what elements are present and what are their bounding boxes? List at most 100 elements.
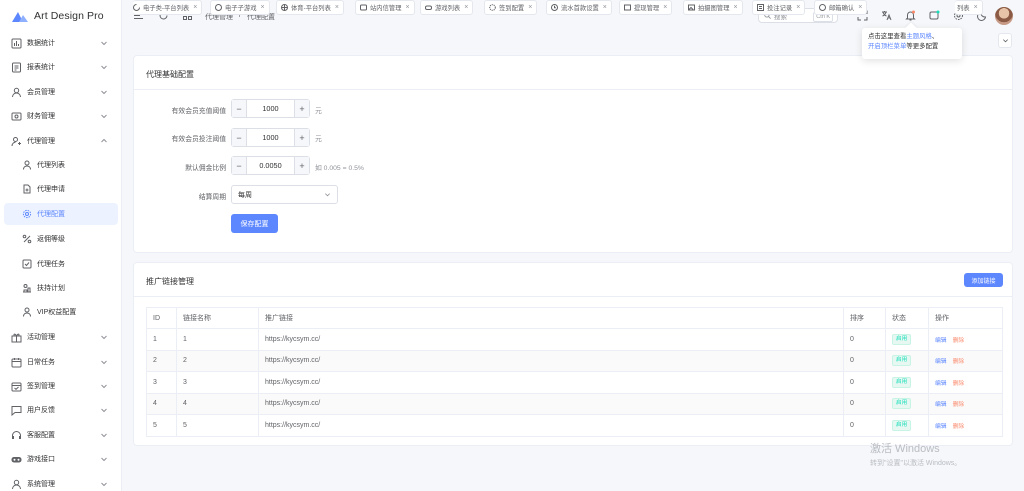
commission-rate-value[interactable]: 0.0050 [247,161,294,170]
calendar-icon [11,357,22,367]
chevron-down-icon [325,193,330,197]
delete-button[interactable]: 删除 [953,359,965,365]
menu-checkin[interactable]: 签到管理 [0,374,122,398]
close-icon[interactable]: × [974,4,978,11]
menu-finance[interactable]: 财务管理 [0,104,122,128]
list-icon [757,4,764,11]
tab-item[interactable]: 列表 × [955,0,983,15]
sidebar-item-rebate-level[interactable]: 返佣等级 [4,228,118,250]
menu-data-stats[interactable]: 数据统计 [0,31,122,55]
edit-button[interactable]: 编辑 [935,424,947,430]
settlement-period-select[interactable]: 每周 [231,185,338,204]
recharge-threshold-value[interactable]: 1000 [247,104,294,113]
tab-item[interactable]: 流水首款设置 × [546,0,612,15]
menu-feedback[interactable]: 用户反馈 [0,398,122,422]
sidebar-item-agent-config[interactable]: 代理配置 [4,203,118,225]
actions-cell: 编辑 删除 [928,371,1003,394]
tab-label: 投注记录 [767,5,793,12]
bet-threshold-label: 有效会员投注阈值 [171,136,226,143]
app-logo[interactable]: Art Design Pro [12,9,104,23]
bet-threshold-value[interactable]: 1000 [247,133,294,142]
sidebar-item-agent-list[interactable]: 代理列表 [4,154,118,176]
menu-activity[interactable]: 活动管理 [0,325,122,349]
close-icon[interactable]: × [796,4,800,11]
decrease-button[interactable]: − [232,100,247,117]
tab-item[interactable]: 投注记录 × [752,0,806,15]
chat-icon[interactable] [929,10,940,21]
tab-item[interactable]: 签到配置 × [484,0,538,15]
edit-button[interactable]: 编辑 [935,381,947,387]
tab-item[interactable]: 体育-平台列表 × [276,0,344,15]
status-badge: 启用 [892,355,912,367]
edit-button[interactable]: 编辑 [935,359,947,365]
url-cell: https://kycsym.cc/ [258,371,844,394]
menu-game-api[interactable]: 游戏接口 [0,447,122,471]
close-icon[interactable]: × [405,4,409,11]
save-config-button[interactable]: 保存配置 [231,214,278,233]
menu-member[interactable]: 会员管理 [0,80,122,104]
bell-icon[interactable] [905,10,916,21]
menu-agent[interactable]: 代理管理 [0,129,122,153]
decrease-button[interactable]: − [232,129,247,146]
percent-icon [22,234,32,244]
tab-item[interactable]: 电子子游戏 × [210,0,270,15]
promo-links-card: 推广链接管理 添加链接 ID 链接名称 推广链接 排序 状态 操作 1 1 ht… [133,262,1013,446]
sidebar-item-vip-config[interactable]: VIP权益配置 [4,301,118,323]
tab-item[interactable]: 电子类-平台列表 × [133,0,203,15]
translate-icon[interactable] [881,10,892,21]
tab-item[interactable]: 提现管理 × [619,0,673,15]
actions-cell: 编辑 删除 [928,392,1003,415]
theme-style-link[interactable]: 主题风格 [906,33,932,40]
increase-button[interactable]: + [294,129,309,146]
close-icon[interactable]: × [260,4,264,11]
order-cell: 0 [843,349,886,372]
menu-label: 代理管理 [27,138,55,145]
feedback-icon [11,405,22,416]
delete-button[interactable]: 删除 [953,338,965,344]
tab-item[interactable]: 拍摄图管理 × [683,0,743,15]
close-icon[interactable]: × [858,4,862,11]
recharge-threshold-stepper[interactable]: − 1000 + [231,99,310,118]
tab-item[interactable]: 游戏列表 × [420,0,474,15]
close-icon[interactable]: × [528,4,532,11]
add-link-button[interactable]: 添加链接 [964,273,1003,287]
sidebar-item-agent-task[interactable]: 代理任务 [4,253,118,275]
close-icon[interactable]: × [335,4,339,11]
close-icon[interactable]: × [603,4,607,11]
settlement-period-label: 结算周期 [198,194,226,201]
close-icon[interactable]: × [464,4,468,11]
close-icon[interactable]: × [193,4,197,11]
delete-button[interactable]: 删除 [953,402,965,408]
increase-button[interactable]: + [294,157,309,174]
menu-daily-task[interactable]: 日常任务 [0,350,122,374]
menu-system[interactable]: 系统管理 [0,472,122,491]
settings-tooltip: 点击这里查看主题风格、 开启顶栏菜单等更多配置 [862,28,962,59]
sidebar-item-label: 返佣等级 [37,236,65,243]
menu-report-stats[interactable]: 报表统计 [0,55,122,79]
tab-more-button[interactable] [998,33,1012,48]
tab-label: 提现管理 [634,5,660,12]
sidebar-item-support-plan[interactable]: 扶持计划 [4,277,118,299]
delete-button[interactable]: 删除 [953,381,965,387]
commission-hint: 如 0.005 = 0.5% [315,165,364,172]
order-cell: 0 [843,392,886,415]
bet-threshold-stepper[interactable]: − 1000 + [231,128,310,147]
sidebar-item-label: 代理任务 [37,261,65,268]
delete-button[interactable]: 删除 [953,424,965,430]
status-badge: 启用 [892,398,912,410]
decrease-button[interactable]: − [232,157,247,174]
table-row: 5 5 https://kycsym.cc/ 0 启用 编辑 删除 [146,414,1003,437]
top-menu-link[interactable]: 开启顶栏菜单 [868,43,906,50]
chevron-down-icon [101,482,107,487]
increase-button[interactable]: + [294,100,309,117]
menu-customer-service[interactable]: 客服配置 [0,423,122,447]
edit-button[interactable]: 编辑 [935,338,947,344]
close-icon[interactable]: × [663,4,667,11]
close-icon[interactable]: × [733,4,737,11]
sidebar-item-agent-apply[interactable]: 代理申请 [4,178,118,200]
tab-item[interactable]: 站内信管理 × [355,0,415,15]
edit-button[interactable]: 编辑 [935,402,947,408]
avatar[interactable] [995,7,1013,25]
tab-item[interactable]: 邮箱确认 × [814,0,868,15]
commission-rate-stepper[interactable]: − 0.0050 + [231,156,310,175]
